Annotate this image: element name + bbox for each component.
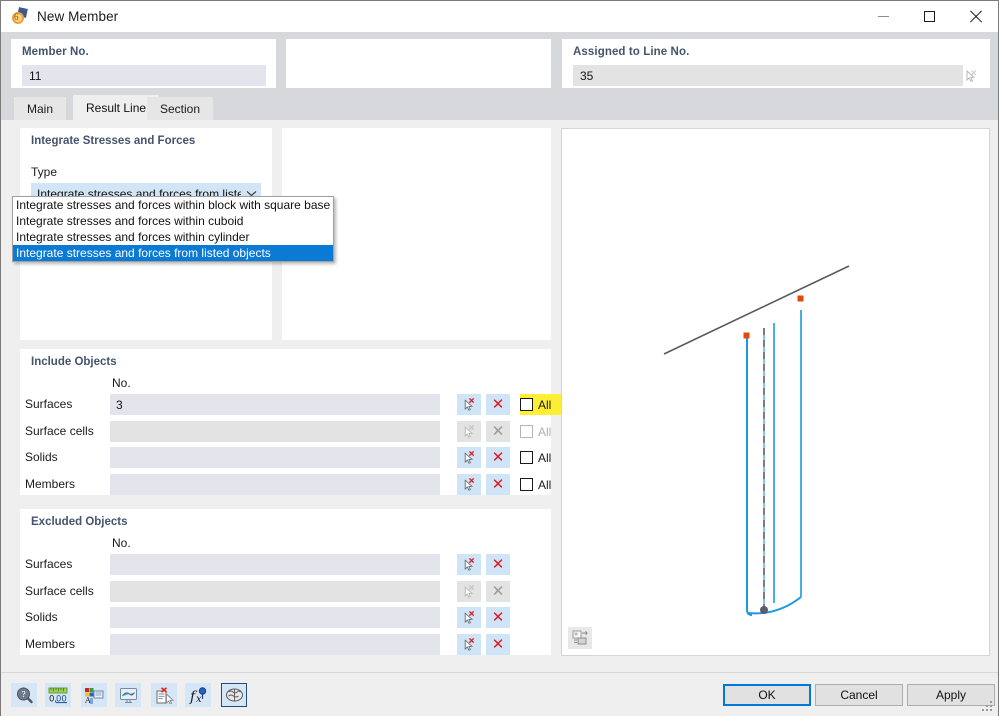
pick-line-icon[interactable] bbox=[960, 65, 982, 87]
checkbox-box bbox=[520, 451, 533, 464]
help-icon[interactable]: ? bbox=[11, 683, 37, 707]
include-group-title: Include Objects bbox=[31, 356, 117, 368]
include-row-label-members: Members bbox=[25, 477, 76, 491]
exclude-group-title: Excluded Objects bbox=[31, 516, 128, 528]
close-button[interactable] bbox=[952, 1, 998, 32]
integrate-group-title: Integrate Stresses and Forces bbox=[31, 135, 196, 147]
include-input-members[interactable] bbox=[110, 474, 440, 495]
exclude-pick-solids-icon[interactable] bbox=[457, 607, 481, 628]
preview-drawing bbox=[663, 265, 850, 616]
units-icon[interactable]: 0, 00 bbox=[45, 683, 71, 707]
window-controls bbox=[860, 1, 998, 32]
visual-icon[interactable] bbox=[115, 683, 141, 707]
preview-viewport[interactable] bbox=[561, 128, 990, 656]
calculation-icon[interactable] bbox=[221, 683, 247, 707]
member-orange-icon: 6 bbox=[11, 6, 29, 26]
dropdown-option-2[interactable]: Integrate stresses and forces within cyl… bbox=[13, 229, 333, 245]
formula-icon[interactable]: f x bbox=[185, 683, 211, 707]
exclude-row-label-solids: Solids bbox=[25, 610, 58, 624]
include-delete-members-button[interactable]: ✕ bbox=[486, 474, 510, 495]
include-input-surface-cells bbox=[110, 421, 440, 442]
include-pick-members-icon[interactable] bbox=[457, 474, 481, 495]
tab-section[interactable]: Section bbox=[147, 97, 214, 120]
dialog-footer: ? 0, 00 A f x OK Cancel Apply bbox=[1, 672, 998, 716]
all-label: All bbox=[538, 450, 552, 465]
assigned-line-panel: Assigned to Line No. 35 bbox=[562, 39, 990, 88]
checkbox-box bbox=[520, 425, 533, 438]
window-title: New Member bbox=[37, 9, 119, 24]
dropdown-option-0[interactable]: Integrate stresses and forces within blo… bbox=[13, 197, 333, 213]
include-pick-solids-icon[interactable] bbox=[457, 447, 481, 468]
display-properties-icon[interactable]: A bbox=[81, 683, 107, 707]
member-no-input[interactable]: 11 bbox=[22, 65, 266, 86]
member-no-panel: Member No. 11 bbox=[11, 39, 276, 88]
render-mode-icon[interactable] bbox=[568, 627, 592, 649]
include-objects-group: Include Objects No. Surfaces 3 ✕ All Sur… bbox=[20, 349, 566, 495]
excluded-objects-group: Excluded Objects No. Surfaces ✕ Surface … bbox=[20, 509, 551, 655]
title-bar: 6 New Member bbox=[1, 1, 998, 32]
clear-icon[interactable] bbox=[151, 683, 177, 707]
maximize-button[interactable] bbox=[906, 1, 952, 32]
resize-grip[interactable] bbox=[982, 701, 994, 713]
include-row-label-solids: Solids bbox=[25, 450, 58, 464]
include-delete-solids-button[interactable]: ✕ bbox=[486, 447, 510, 468]
exclude-pick-surfaces-icon[interactable] bbox=[457, 554, 481, 575]
include-all-surface-cells-checkbox: All bbox=[520, 421, 566, 442]
exclude-input-surfaces[interactable] bbox=[110, 554, 440, 575]
checkbox-box bbox=[520, 478, 533, 491]
include-column-header-no: No. bbox=[112, 376, 131, 390]
exclude-row-label-members: Members bbox=[25, 637, 76, 651]
exclude-pick-members-icon[interactable] bbox=[457, 634, 481, 655]
new-member-dialog: 6 New Member Member No. 11 Assigned to L… bbox=[0, 0, 999, 716]
dropdown-option-3[interactable]: Integrate stresses and forces from liste… bbox=[13, 245, 333, 261]
minimize-button[interactable] bbox=[860, 1, 906, 32]
include-delete-surfaces-button[interactable]: ✕ bbox=[486, 394, 510, 415]
spacer-panel bbox=[286, 39, 551, 88]
top-field-row: Member No. 11 Assigned to Line No. 35 bbox=[1, 32, 998, 95]
svg-text:x: x bbox=[196, 694, 202, 704]
type-dropdown-list[interactable]: Integrate stresses and forces within blo… bbox=[12, 196, 334, 262]
tab-main[interactable]: Main bbox=[14, 97, 67, 120]
checkbox-box bbox=[520, 398, 533, 411]
exclude-delete-surface-cells-button: ✕ bbox=[486, 581, 510, 602]
dialog-content: Integrate Stresses and Forces Type Integ… bbox=[1, 120, 998, 672]
include-input-surfaces[interactable]: 3 bbox=[110, 394, 440, 415]
exclude-input-solids[interactable] bbox=[110, 607, 440, 628]
include-all-members-checkbox[interactable]: All bbox=[520, 474, 566, 495]
member-no-label: Member No. bbox=[22, 46, 89, 58]
all-label: All bbox=[538, 477, 552, 492]
svg-text:?: ? bbox=[21, 690, 25, 699]
include-delete-surface-cells-button: ✕ bbox=[486, 421, 510, 442]
exclude-row-label-surface-cells: Surface cells bbox=[25, 584, 94, 598]
all-label: All bbox=[538, 397, 552, 412]
include-row-label-surfaces: Surfaces bbox=[25, 397, 73, 411]
exclude-column-header-no: No. bbox=[112, 536, 131, 550]
type-label: Type bbox=[31, 165, 58, 179]
exclude-delete-members-button[interactable]: ✕ bbox=[486, 634, 510, 655]
exclude-delete-surfaces-button[interactable]: ✕ bbox=[486, 554, 510, 575]
assigned-line-input[interactable]: 35 bbox=[573, 65, 963, 86]
all-label: All bbox=[538, 424, 552, 439]
include-all-solids-checkbox[interactable]: All bbox=[520, 447, 566, 468]
include-all-surfaces-checkbox[interactable]: All bbox=[520, 394, 566, 415]
tab-strip: Main Result Line Section bbox=[1, 95, 998, 120]
include-pick-surfaces-icon[interactable] bbox=[457, 394, 481, 415]
assigned-line-label: Assigned to Line No. bbox=[573, 46, 690, 58]
include-input-solids[interactable] bbox=[110, 447, 440, 468]
exclude-row-label-surfaces: Surfaces bbox=[25, 557, 73, 571]
exclude-input-members[interactable] bbox=[110, 634, 440, 655]
dropdown-option-1[interactable]: Integrate stresses and forces within cub… bbox=[13, 213, 333, 229]
include-pick-surface-cells-icon bbox=[457, 421, 481, 442]
exclude-delete-solids-button[interactable]: ✕ bbox=[486, 607, 510, 628]
cancel-button[interactable]: Cancel bbox=[815, 684, 903, 706]
include-row-label-surface-cells: Surface cells bbox=[25, 424, 94, 438]
exclude-input-surface-cells bbox=[110, 581, 440, 602]
ok-button[interactable]: OK bbox=[723, 684, 811, 706]
svg-text:A: A bbox=[84, 696, 91, 704]
exclude-pick-surface-cells-icon bbox=[457, 581, 481, 602]
